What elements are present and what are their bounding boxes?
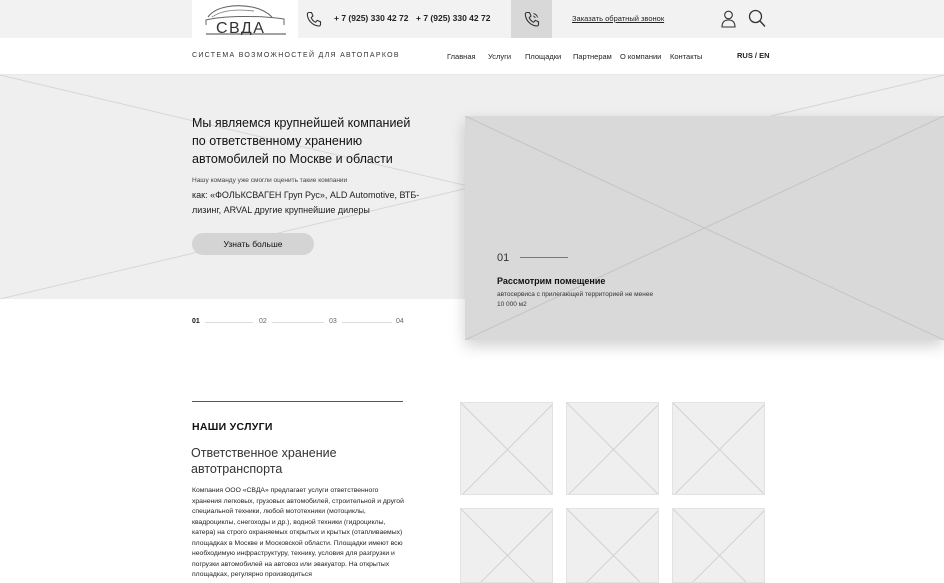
services-divider <box>192 401 403 402</box>
nav-item-contacts[interactable]: Контакты <box>670 52 702 61</box>
slide-nav-divider <box>342 322 392 323</box>
slide-title: Рассмотрим помещение <box>497 276 606 286</box>
slide-nav-4[interactable]: 04 <box>396 318 404 325</box>
svg-text:СВДА: СВДА <box>216 20 265 35</box>
services-heading: НАШИ УСЛУГИ <box>192 421 273 433</box>
phone-icon <box>306 11 322 27</box>
service-tile[interactable] <box>566 508 659 583</box>
service-tile[interactable] <box>460 402 553 495</box>
image-placeholder-icon <box>461 509 552 582</box>
slide-nav-2[interactable]: 02 <box>259 318 267 325</box>
service-tile[interactable] <box>460 508 553 583</box>
hero-title: Мы являемся крупнейшей компанией по отве… <box>192 116 411 166</box>
logo-car-icon: СВДА <box>205 5 286 35</box>
slide-description: автосервиса с прилегающей территорией не… <box>497 291 654 308</box>
nav-item-partners[interactable]: Партнерам <box>573 52 612 61</box>
learn-more-button[interactable]: Узнать больше <box>192 233 314 255</box>
image-placeholder-icon <box>567 509 658 582</box>
service-tile[interactable] <box>672 402 765 495</box>
hero-note: Нашу команду уже смогли оценить такие ко… <box>192 177 348 184</box>
image-placeholder-icon <box>461 403 552 494</box>
nav-item-sites[interactable]: Площадки <box>525 52 561 61</box>
slide-nav-1[interactable]: 01 <box>192 318 200 325</box>
slide-number: 01 <box>497 252 510 264</box>
nav-item-home[interactable]: Главная <box>447 52 476 61</box>
top-bar: СВДА + 7 (925) 330 42 72 + 7 (925) 330 4… <box>0 0 944 38</box>
service-tile[interactable] <box>672 508 765 583</box>
services-description: Компания ООО «СВДА» предлагает услуги от… <box>192 487 404 578</box>
language-switch[interactable]: RUS / EN <box>737 51 770 60</box>
services-subtitle: Ответственное хранение автотранспорта <box>191 446 337 476</box>
nav-item-about[interactable]: О компании <box>620 52 661 61</box>
hero-clients: как: «ФОЛЬКСВАГЕН Груп Рус», ALD Automot… <box>192 190 420 215</box>
image-placeholder-icon <box>567 403 658 494</box>
phone-number-1[interactable]: + 7 (925) 330 42 72 <box>334 13 408 23</box>
image-placeholder-icon <box>673 509 764 582</box>
nav-item-services[interactable]: Услуги <box>488 52 511 61</box>
main-nav: СИСТЕМА ВОЗМОЖНОСТЕЙ ДЛЯ АВТОПАРКОВ Глав… <box>0 38 944 75</box>
user-icon[interactable] <box>721 10 736 28</box>
service-tile[interactable] <box>566 402 659 495</box>
callback-link[interactable]: Заказать обратный звонок <box>572 14 664 23</box>
phone-number-2[interactable]: + 7 (925) 330 42 72 <box>416 13 490 23</box>
slide-number-divider <box>520 257 568 258</box>
search-icon[interactable] <box>748 9 766 28</box>
slide-nav-3[interactable]: 03 <box>329 318 337 325</box>
image-placeholder-icon <box>673 403 764 494</box>
slide-card[interactable]: 01 Рассмотрим помещение автосервиса с пр… <box>465 116 944 340</box>
slide-nav-divider <box>205 322 253 323</box>
phone-call-icon <box>524 11 540 27</box>
logo[interactable]: СВДА <box>192 0 298 38</box>
page: СВДА + 7 (925) 330 42 72 + 7 (925) 330 4… <box>0 0 944 583</box>
slide-nav-divider <box>272 322 324 323</box>
tagline: СИСТЕМА ВОЗМОЖНОСТЕЙ ДЛЯ АВТОПАРКОВ <box>192 52 400 59</box>
callback-button[interactable] <box>511 0 552 38</box>
